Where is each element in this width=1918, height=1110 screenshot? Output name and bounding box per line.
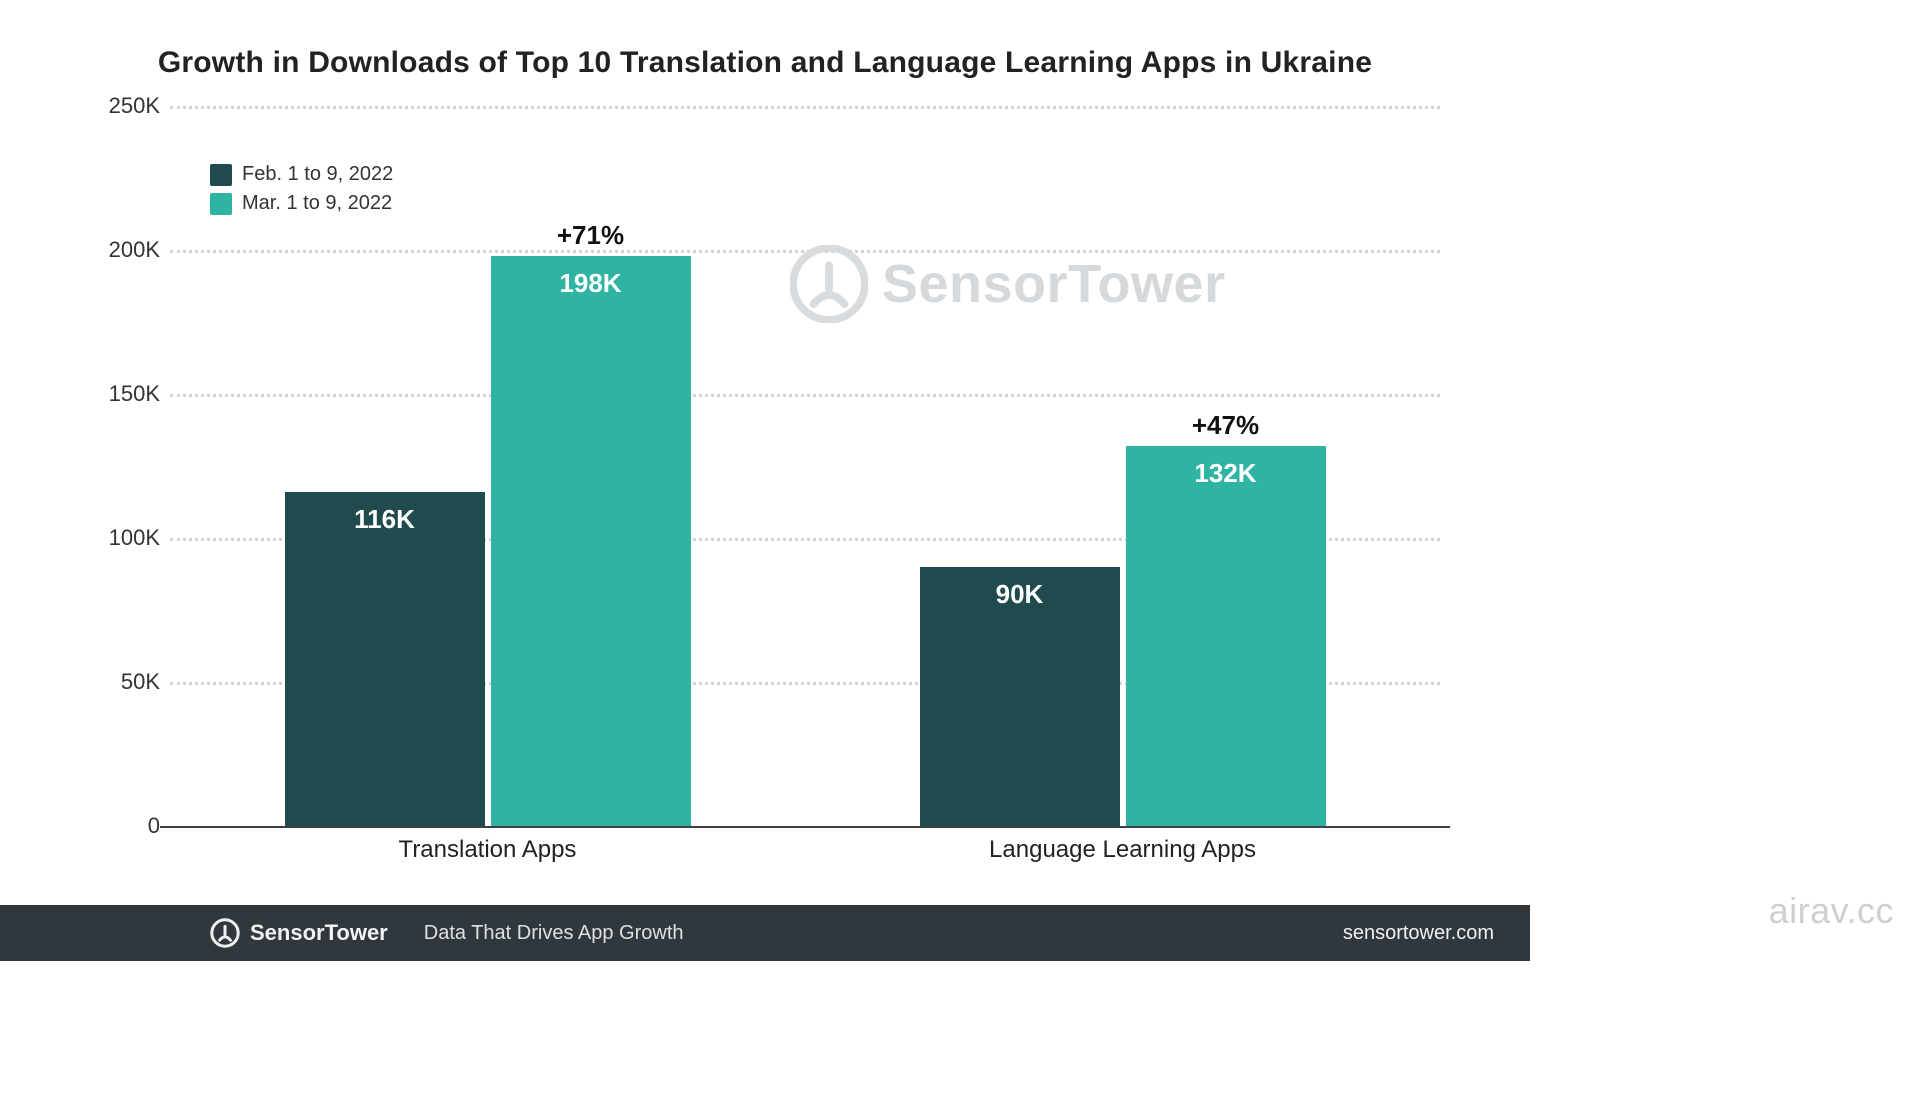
y-tick-label: 0 xyxy=(80,813,160,839)
bar-value-label: 132K xyxy=(1126,458,1326,489)
footer-brand-text: SensorTower xyxy=(250,920,388,946)
bar: 198K+71% xyxy=(491,256,691,826)
y-tick-label: 200K xyxy=(80,237,160,263)
page-watermark: airav.cc xyxy=(1769,890,1894,932)
bar-value-label: 198K xyxy=(491,268,691,299)
footer-tagline: Data That Drives App Growth xyxy=(424,922,684,945)
growth-label: +71% xyxy=(491,220,691,251)
bar: 90K xyxy=(920,567,1120,826)
plot-area: 116K198K+71%90K132K+47% xyxy=(170,106,1440,826)
y-tick-label: 250K xyxy=(80,93,160,119)
footer-brand: SensorTower xyxy=(210,918,388,948)
y-tick-label: 150K xyxy=(80,381,160,407)
footer-site: sensortower.com xyxy=(1343,922,1494,945)
y-tick-label: 50K xyxy=(80,669,160,695)
bar: 132K+47% xyxy=(1126,446,1326,826)
footer-bar: SensorTower Data That Drives App Growth … xyxy=(0,905,1530,961)
category-label: Translation Apps xyxy=(170,836,805,864)
y-tick-label: 100K xyxy=(80,525,160,551)
x-axis-line xyxy=(160,826,1450,828)
sensortower-logo-icon xyxy=(210,918,240,948)
bar-value-label: 116K xyxy=(285,504,485,535)
chart-card: Growth in Downloads of Top 10 Translatio… xyxy=(0,0,1530,1110)
bar: 116K xyxy=(285,492,485,826)
bar-value-label: 90K xyxy=(920,579,1120,610)
stage: Growth in Downloads of Top 10 Translatio… xyxy=(0,0,1918,1110)
category-label: Language Learning Apps xyxy=(805,836,1440,864)
chart-title: Growth in Downloads of Top 10 Translatio… xyxy=(0,46,1530,80)
growth-label: +47% xyxy=(1126,410,1326,441)
